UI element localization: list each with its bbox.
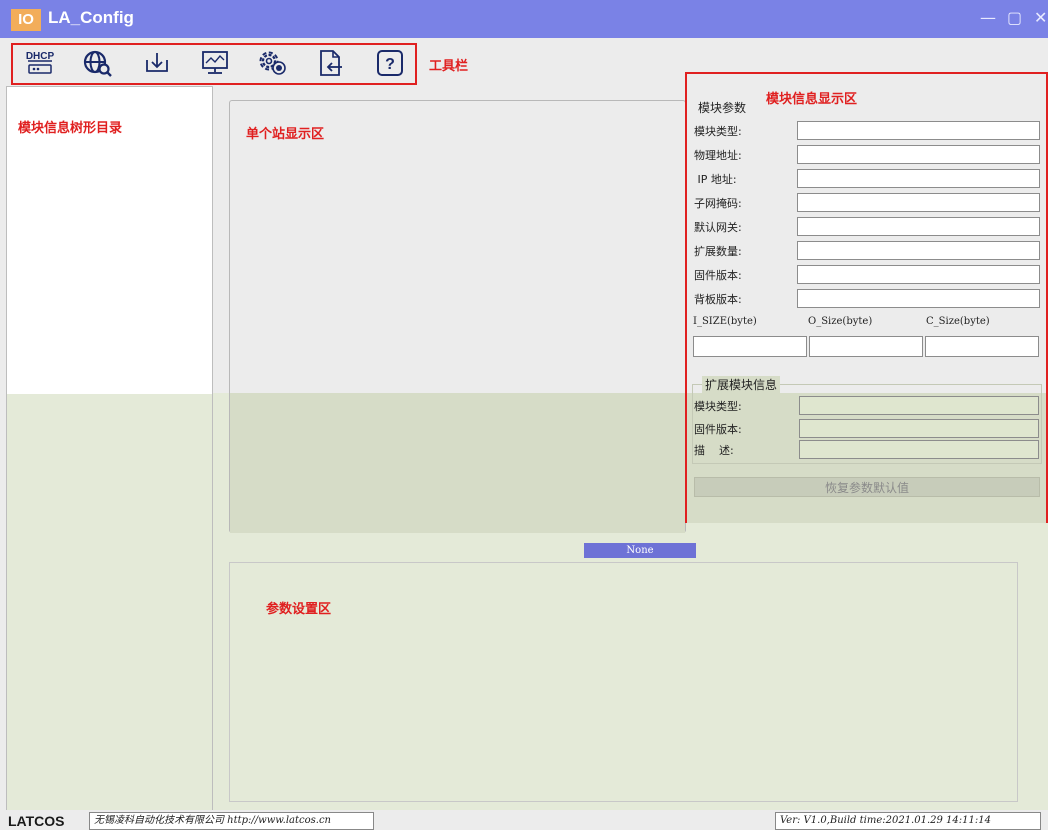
download-button[interactable] <box>140 47 174 79</box>
minimize-button[interactable]: — <box>980 8 996 28</box>
ext-firmware-version-label: 固件版本: <box>694 423 742 436</box>
dhcp-icon: DHCP <box>26 51 54 74</box>
module-type-label: 模块类型: <box>694 125 742 138</box>
subnet-mask-field[interactable] <box>797 193 1040 212</box>
expansion-count-label: 扩展数量: <box>694 245 742 258</box>
params-label: 参数设置区 <box>266 602 332 617</box>
ext-module-type-field[interactable] <box>799 396 1039 415</box>
backplane-version-label: 背板版本: <box>694 293 742 306</box>
parameter-settings-area[interactable] <box>229 562 1018 802</box>
ext-module-type-label: 模块类型: <box>694 400 742 413</box>
company-info: 无锡凌科自动化技术有限公司 http://www.latcos.cn <box>89 812 374 830</box>
version-info: Ver: V1.0,Build time:2021.01.29 14:11:14 <box>775 812 1041 830</box>
monitor-icon <box>202 51 228 74</box>
maximize-button[interactable]: ▢ <box>1007 8 1022 28</box>
status-none-bar: None <box>584 543 696 558</box>
ext-description-label: 描 述: <box>694 444 734 457</box>
network-search-icon <box>83 50 112 77</box>
ext-description-field[interactable] <box>799 440 1039 459</box>
module-params-group-title: 模块参数 <box>698 101 747 115</box>
settings-button[interactable] <box>255 47 289 79</box>
mac-address-label: 物理地址: <box>694 149 742 162</box>
download-icon <box>146 53 168 72</box>
app-logo: IO <box>11 9 41 31</box>
o-size-label: O_Size(byte) <box>808 316 873 327</box>
default-gateway-label: 默认网关: <box>694 221 742 234</box>
company-logo: LATCOS <box>8 813 65 829</box>
settings-icon <box>259 51 286 75</box>
ip-address-label: IP 地址: <box>694 173 737 186</box>
scan-network-button[interactable] <box>81 47 115 79</box>
backplane-version-field[interactable] <box>797 289 1040 308</box>
monitor-button[interactable] <box>198 47 232 79</box>
c-size-field[interactable] <box>925 336 1039 357</box>
restore-defaults-button[interactable]: 恢复参数默认值 <box>694 477 1040 497</box>
toolbar-label: 工具栏 <box>429 59 469 74</box>
ip-address-field[interactable] <box>797 169 1040 188</box>
mac-address-field[interactable] <box>797 145 1040 164</box>
ext-firmware-version-field[interactable] <box>799 419 1039 438</box>
help-button[interactable]: ? <box>373 47 407 79</box>
help-icon: ? <box>377 50 403 76</box>
station-label: 单个站显示区 <box>246 127 325 142</box>
dhcp-button[interactable]: DHCP <box>23 47 57 79</box>
svg-text:?: ? <box>385 56 395 73</box>
import-button[interactable] <box>313 47 347 79</box>
station-display-area[interactable] <box>229 100 686 533</box>
firmware-version-label: 固件版本: <box>694 269 742 282</box>
default-gateway-field[interactable] <box>797 217 1040 236</box>
i-size-field[interactable] <box>693 336 807 357</box>
module-tree-panel[interactable] <box>6 86 213 810</box>
tree-label: 模块信息树形目录 <box>18 121 123 136</box>
extension-group-title: 扩展模块信息 <box>702 376 781 393</box>
o-size-field[interactable] <box>809 336 923 357</box>
subnet-mask-label: 子网掩码: <box>694 197 742 210</box>
title-bar <box>0 0 1048 38</box>
firmware-version-field[interactable] <box>797 265 1040 284</box>
close-button[interactable]: ✕ <box>1034 8 1047 28</box>
module-type-field[interactable] <box>797 121 1040 140</box>
import-file-icon <box>320 50 342 76</box>
c-size-label: C_Size(byte) <box>926 316 990 327</box>
window-title: LA_Config <box>48 8 134 27</box>
module-info-label: 模块信息显示区 <box>766 92 858 107</box>
expansion-count-field[interactable] <box>797 241 1040 260</box>
i-size-label: I_SIZE(byte) <box>693 316 757 327</box>
